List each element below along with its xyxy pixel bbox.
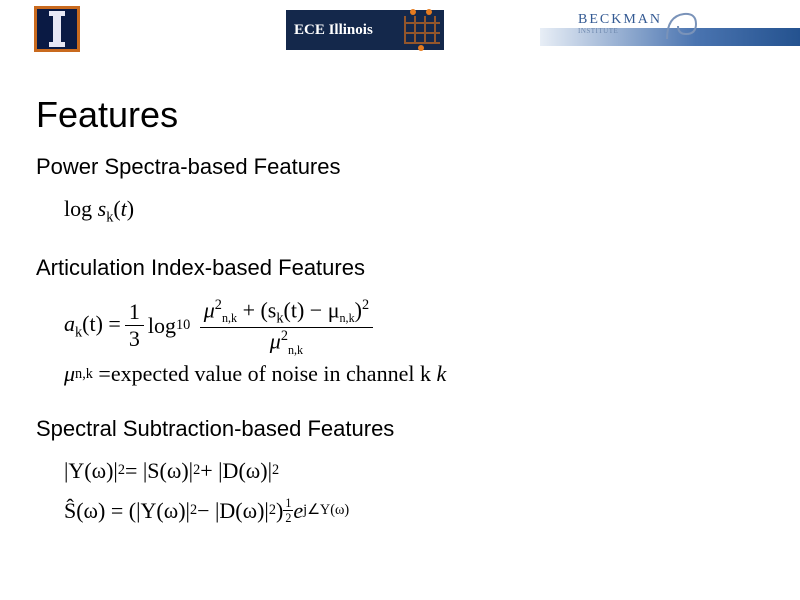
ece-logo-text: ECE Illinois xyxy=(286,12,400,48)
formula-power: log sk(t) xyxy=(36,186,764,241)
beckman-sub-label: INSTITUTE xyxy=(578,27,662,35)
section-heading-power: Power Spectra-based Features xyxy=(36,154,764,180)
mu-definition-text: expected value of noise in channel k xyxy=(111,361,431,387)
illinois-logo-icon xyxy=(34,6,80,52)
section-heading-articulation: Articulation Index-based Features xyxy=(36,255,764,281)
swirl-icon xyxy=(662,4,702,44)
slide-header: ECE Illinois BECKMAN INSTITUTE xyxy=(0,0,800,54)
beckman-main-label: BECKMAN xyxy=(578,12,662,27)
beckman-logo-text: BECKMAN INSTITUTE xyxy=(578,12,662,35)
section-heading-spectral: Spectral Subtraction-based Features xyxy=(36,416,764,442)
slide-body: Features Power Spectra-based Features lo… xyxy=(0,54,800,540)
formula-spectral: |Y(ω)|2 = |S(ω)|2 + |D(ω)|2 Ŝ(ω) = (|Y(ω… xyxy=(36,448,764,540)
page-title: Features xyxy=(36,94,764,136)
circuit-icon xyxy=(400,12,444,48)
ece-illinois-logo-icon: ECE Illinois xyxy=(286,10,444,50)
formula-articulation: ak(t) = 1 3 log10 μ2n,k + (sk(t) − μn,k)… xyxy=(36,287,764,402)
beckman-logo-icon: BECKMAN INSTITUTE xyxy=(540,6,800,50)
